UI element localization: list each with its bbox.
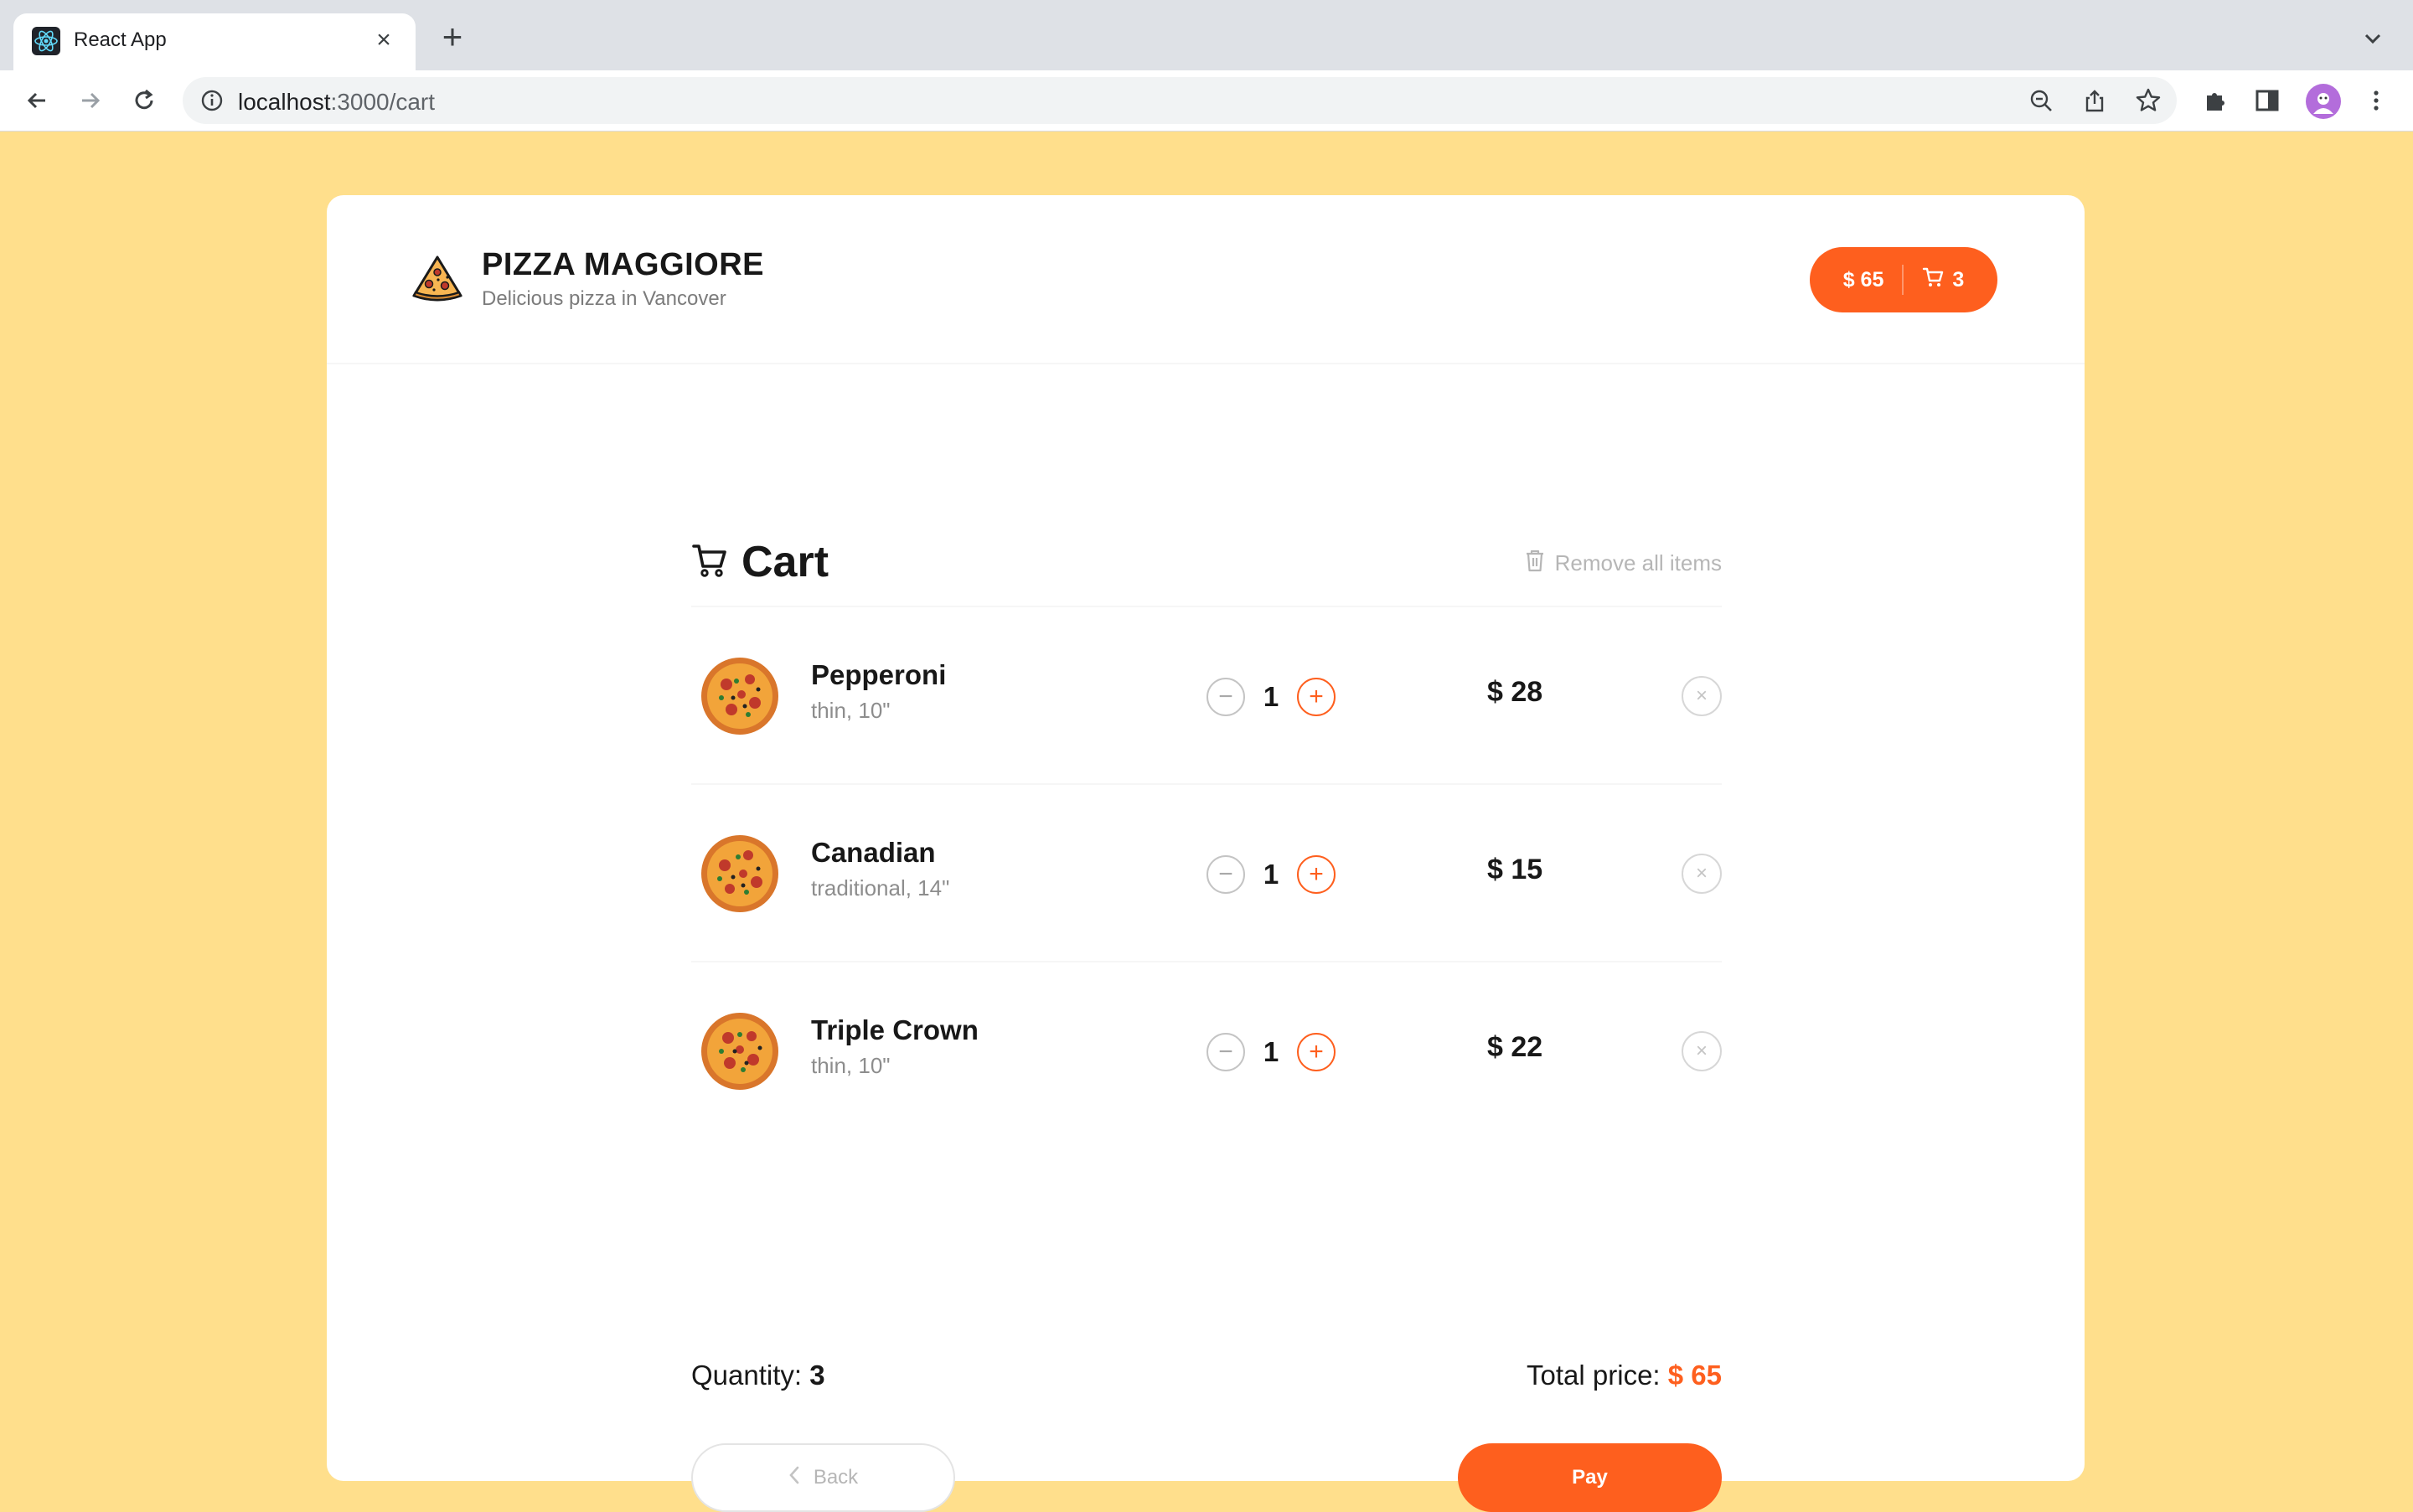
pay-button-label: Pay <box>1572 1466 1608 1489</box>
reload-icon[interactable] <box>126 82 163 119</box>
url-path: :3000/cart <box>330 89 436 115</box>
increase-quantity-button[interactable]: + <box>1297 1033 1336 1071</box>
total-quantity: Quantity: 3 <box>691 1360 825 1391</box>
new-tab-icon[interactable]: + <box>436 19 469 55</box>
pay-button[interactable]: Pay <box>1458 1443 1722 1512</box>
share-icon[interactable] <box>2081 87 2108 114</box>
total-price-value: $ 65 <box>1667 1360 1722 1391</box>
item-name: Canadian <box>811 837 936 868</box>
close-icon: × <box>1695 684 1708 707</box>
item-price: $ 28 <box>1487 676 1543 708</box>
browser-tabstrip: React App × + <box>0 0 2413 70</box>
cart-icon <box>691 542 728 579</box>
url-text: localhost:3000/cart <box>238 89 435 116</box>
site-info-icon[interactable] <box>199 88 225 113</box>
pizza-logo-icon[interactable] <box>411 252 464 306</box>
item-name: Pepperoni <box>811 659 947 690</box>
tab-title: React App <box>74 28 167 51</box>
remove-all-label: Remove all items <box>1554 550 1722 575</box>
item-description: thin, 10" <box>811 1053 891 1078</box>
quantity-value: 3 <box>809 1360 825 1391</box>
pizza-image <box>700 656 780 736</box>
total-price: Total price: $ 65 <box>1527 1360 1722 1391</box>
brand-tagline: Delicious pizza in Vancover <box>482 287 726 310</box>
browser-tab[interactable]: React App × <box>13 13 416 70</box>
tab-search-chevron-icon[interactable] <box>2356 22 2390 55</box>
item-quantity: 1 <box>1263 1036 1279 1067</box>
bookmark-star-icon[interactable] <box>2135 87 2162 114</box>
chevron-left-icon <box>788 1466 800 1490</box>
site-header: PIZZA MAGGIORE Delicious pizza in Vancov… <box>327 195 2085 364</box>
remove-item-button[interactable]: × <box>1682 676 1722 716</box>
increase-quantity-button[interactable]: + <box>1297 678 1336 716</box>
decrease-quantity-button[interactable]: − <box>1206 678 1245 716</box>
quantity-stepper: − 1 + <box>1206 854 1336 895</box>
back-arrow-icon[interactable] <box>18 82 55 119</box>
item-description: thin, 10" <box>811 698 891 723</box>
item-price: $ 15 <box>1487 854 1543 885</box>
item-quantity: 1 <box>1263 859 1279 890</box>
tab-close-icon[interactable]: × <box>367 23 400 57</box>
increase-quantity-button[interactable]: + <box>1297 855 1336 894</box>
cart-item: Triple Crown thin, 10" − 1 + $ 22 × <box>691 962 1722 1138</box>
cart-title: Cart <box>741 538 829 586</box>
cart-item: Pepperoni thin, 10" − 1 + $ 28 × <box>691 607 1722 785</box>
profile-avatar[interactable] <box>2306 84 2341 119</box>
pizza-image <box>700 1011 780 1091</box>
page-card: PIZZA MAGGIORE Delicious pizza in Vancov… <box>327 195 2085 1512</box>
cart-icon <box>1922 266 1944 294</box>
brand-title[interactable]: PIZZA MAGGIORE <box>482 247 764 283</box>
browser-toolbar: localhost:3000/cart <box>0 70 2413 132</box>
pizza-image <box>700 833 780 914</box>
react-favicon-icon <box>32 27 60 55</box>
close-icon: × <box>1695 862 1708 885</box>
back-button-label: Back <box>813 1466 859 1489</box>
quantity-stepper: − 1 + <box>1206 676 1336 718</box>
back-button[interactable]: Back <box>691 1443 955 1512</box>
cart-item: Canadian traditional, 14" − 1 + $ 15 × <box>691 785 1722 962</box>
address-bar[interactable]: localhost:3000/cart <box>183 77 2177 124</box>
cart-header: Cart Remove all items <box>691 522 1722 607</box>
extensions-puzzle-icon[interactable] <box>2197 82 2234 119</box>
header-cart-button[interactable]: $ 65 3 <box>1810 247 1997 312</box>
header-cart-count-group: 3 <box>1922 266 1964 294</box>
url-host: localhost <box>238 89 331 115</box>
forward-arrow-icon[interactable] <box>72 82 109 119</box>
remove-all-button[interactable]: Remove all items <box>1525 549 1722 578</box>
item-description: traditional, 14" <box>811 875 950 900</box>
item-name: Triple Crown <box>811 1014 979 1045</box>
side-panel-icon[interactable] <box>2249 82 2286 119</box>
item-price: $ 22 <box>1487 1031 1543 1063</box>
total-price-label: Total price: <box>1527 1360 1661 1391</box>
zoom-icon[interactable] <box>2028 87 2054 114</box>
cart-summary: Quantity: 3 Total price: $ 65 <box>691 1360 1722 1401</box>
close-icon: × <box>1695 1040 1708 1062</box>
quantity-label: Quantity: <box>691 1360 803 1391</box>
remove-item-button[interactable]: × <box>1682 1031 1722 1071</box>
quantity-stepper: − 1 + <box>1206 1031 1336 1073</box>
cart-pill-divider <box>1902 265 1904 295</box>
decrease-quantity-button[interactable]: − <box>1206 855 1245 894</box>
decrease-quantity-button[interactable]: − <box>1206 1033 1245 1071</box>
remove-item-button[interactable]: × <box>1682 854 1722 894</box>
header-cart-count: 3 <box>1952 267 1965 292</box>
trash-icon <box>1525 549 1545 578</box>
more-menu-icon[interactable] <box>2358 82 2395 119</box>
item-quantity: 1 <box>1263 681 1279 712</box>
header-cart-total: $ 65 <box>1842 267 1884 292</box>
